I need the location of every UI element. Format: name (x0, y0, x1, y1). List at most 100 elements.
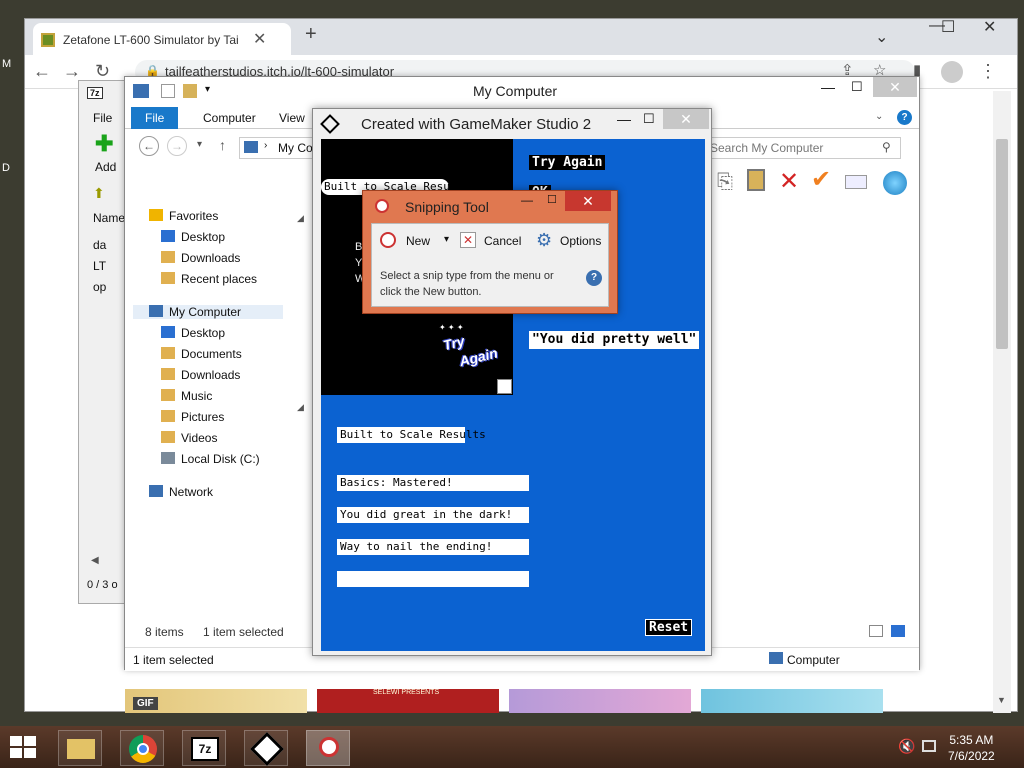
taskbar-7zip-button[interactable]: 7z (182, 730, 226, 766)
maximize-icon[interactable]: ☐ (941, 17, 955, 37)
nav-item[interactable]: Downloads (161, 251, 240, 265)
nav-item-icon (161, 452, 175, 464)
tab-close-icon[interactable]: ✕ (253, 29, 266, 49)
reload-icon[interactable]: ↻ (95, 61, 110, 82)
tab-search-icon[interactable]: ⌄ (875, 27, 888, 47)
close-button[interactable]: ✕ (565, 191, 611, 211)
help-icon[interactable]: ? (897, 110, 912, 125)
nav-item[interactable]: Downloads (161, 368, 240, 382)
network-icon[interactable] (922, 740, 936, 752)
taskbar-gamemaker-button[interactable] (244, 730, 288, 766)
nav-item[interactable]: Desktop (161, 326, 225, 340)
close-icon[interactable]: ✕ (983, 17, 996, 37)
forward-icon[interactable]: → (167, 136, 187, 156)
close-button[interactable]: ✕ (663, 109, 709, 129)
forward-icon[interactable]: → (63, 61, 81, 82)
minimize-icon[interactable]: — (521, 193, 533, 207)
nav-item[interactable]: Desktop (161, 230, 225, 244)
tab-file[interactable]: File (131, 107, 179, 129)
ribbon-expand-icon[interactable]: ⌄ (875, 111, 883, 122)
dropdown-icon[interactable]: ▾ (444, 234, 449, 245)
nav-item-icon (161, 368, 175, 380)
maximize-icon[interactable]: ☐ (547, 193, 557, 206)
nav-item[interactable]: Pictures (161, 410, 224, 424)
reset-button[interactable]: Reset (645, 619, 693, 636)
recent-dropdown-icon[interactable]: ▾ (197, 139, 202, 150)
nav-item-label: Videos (181, 431, 218, 445)
up-icon[interactable]: ↑ (219, 137, 226, 153)
cancel-button[interactable]: ✕ Cancel (460, 230, 532, 252)
game-thumbnail[interactable]: GIF (125, 689, 307, 713)
search-input[interactable]: Search My Computer ⚲ (705, 137, 901, 159)
collapse-icon[interactable]: ◢ (297, 402, 304, 413)
details-view-icon[interactable] (869, 625, 883, 637)
start-button[interactable] (10, 736, 38, 760)
back-icon[interactable]: ← (33, 61, 51, 82)
game-thumbnail[interactable] (509, 689, 691, 713)
file-row[interactable]: LT (93, 256, 106, 277)
new-folder-icon[interactable] (183, 84, 197, 98)
globe-icon[interactable] (883, 171, 907, 195)
nav-item[interactable]: Favorites (149, 209, 218, 223)
profile-avatar[interactable] (941, 61, 963, 83)
system-clock[interactable]: 5:35 AM 7/6/2022 (948, 732, 995, 764)
maximize-icon[interactable]: ☐ (851, 79, 863, 95)
browser-tab[interactable]: Zetafone LT-600 Simulator by Tai ✕ (33, 23, 291, 55)
delete-icon[interactable]: ✕ (779, 167, 799, 196)
explorer-titlebar: ▾ My Computer — ☐ ✕ (125, 77, 919, 107)
desktop-icon-label[interactable]: M (2, 58, 11, 70)
status-text: 0 / 3 o (87, 579, 118, 591)
properties-icon[interactable] (161, 84, 175, 98)
info-icon[interactable] (845, 175, 867, 189)
add-icon[interactable]: ✚ (95, 133, 113, 155)
add-button-label[interactable]: Add (95, 160, 116, 174)
nav-item[interactable]: Music (161, 389, 212, 403)
game-thumbnail[interactable]: SELEWI PRESENTS (317, 689, 499, 713)
taskbar-snipping-button[interactable] (306, 730, 350, 766)
copy-icon[interactable]: ⎘ (717, 171, 733, 194)
maximize-icon[interactable]: ☐ (643, 111, 655, 127)
navigation-pane: Favorites Desktop Downloads Recent places My… (125, 203, 303, 643)
scroll-down-icon[interactable]: ▼ (997, 695, 1006, 705)
search-icon[interactable]: ⚲ (882, 140, 891, 154)
resize-icon[interactable] (497, 379, 512, 394)
tab-computer[interactable]: Computer (189, 107, 270, 129)
game-thumbnail[interactable] (701, 689, 883, 713)
new-snip-button[interactable]: New ▾ (378, 230, 456, 252)
volume-muted-icon[interactable]: 🔇 (898, 738, 915, 755)
scrollbar-thumb[interactable] (996, 139, 1008, 349)
gif-badge: GIF (133, 697, 158, 710)
nav-item[interactable]: My Computer (133, 305, 283, 319)
up-folder-icon[interactable]: ⬆ (93, 185, 105, 202)
menu-icon[interactable]: ⋮ (979, 61, 997, 82)
breadcrumb-chevron-icon[interactable]: › (264, 140, 267, 151)
quick-access-dropdown-icon[interactable]: ▾ (205, 84, 210, 95)
column-header-name[interactable]: Name (93, 211, 125, 225)
collapse-icon[interactable]: ◢ (297, 213, 304, 224)
file-row[interactable]: da (93, 235, 106, 256)
nav-item[interactable]: Local Disk (C:) (161, 452, 260, 466)
file-row[interactable]: op (93, 277, 106, 298)
nav-item[interactable]: Videos (161, 431, 217, 445)
taskbar-explorer-button[interactable] (58, 730, 102, 766)
minimize-icon[interactable]: — (821, 79, 835, 95)
help-icon[interactable]: ? (586, 270, 602, 286)
cancel-label: Cancel (484, 234, 522, 248)
taskbar-chrome-button[interactable] (120, 730, 164, 766)
options-button[interactable]: ⚙ Options (536, 230, 608, 252)
test-icon[interactable]: ✔ (811, 165, 831, 194)
tab-view[interactable]: View (265, 107, 319, 129)
close-button[interactable]: ✕ (873, 77, 917, 97)
scroll-left-icon[interactable]: ◀ (91, 555, 99, 566)
back-icon[interactable]: ← (139, 136, 159, 156)
new-tab-button[interactable]: + (305, 23, 317, 46)
paste-icon[interactable] (747, 169, 765, 191)
nav-item[interactable]: Documents (161, 347, 242, 361)
menu-file[interactable]: File (93, 111, 112, 125)
nav-item[interactable]: Recent places (161, 272, 257, 286)
large-icons-view-icon[interactable] (891, 625, 905, 637)
minimize-icon[interactable]: — (617, 111, 631, 127)
gamemaker-icon (250, 732, 284, 766)
nav-item[interactable]: Network (149, 485, 213, 499)
desktop-icon-label[interactable]: D (2, 162, 10, 174)
